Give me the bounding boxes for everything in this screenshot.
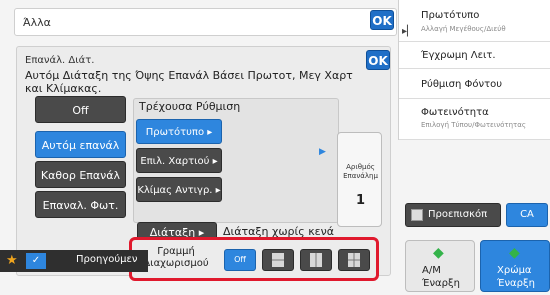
side-item-color-mode-title: Έγχρωμη Λειτ. bbox=[421, 50, 496, 61]
preview-icon bbox=[411, 209, 423, 221]
separation-line-option-1[interactable] bbox=[262, 249, 294, 271]
line-style-1-icon bbox=[272, 253, 284, 267]
clear-all-button[interactable]: CA bbox=[506, 203, 548, 227]
line-style-2-icon bbox=[310, 253, 322, 267]
dialog-ok-button[interactable]: OK bbox=[366, 50, 390, 70]
side-item-original-subtitle: Αλλαγή Μεγέθους/Διεύθ bbox=[421, 25, 506, 33]
preview-button[interactable]: Προεπισκόπ bbox=[405, 203, 501, 227]
start-color-button[interactable]: ◆ Χρώμα Έναρξη bbox=[480, 240, 550, 292]
set-repeat-button[interactable]: Καθορ Επανάλ bbox=[35, 161, 126, 188]
star-icon[interactable]: ★ bbox=[6, 253, 18, 268]
side-item-exposure-subtitle: Επιλογή Τύπου/Φωτεινότητας bbox=[421, 121, 526, 129]
start-bw-button[interactable]: ◆ Α/Μ Έναρξη bbox=[405, 240, 475, 292]
start-color-line1: Χρώμα bbox=[497, 265, 532, 276]
repeat-count-label: Αριθμός Επανάλημ bbox=[343, 163, 378, 180]
chevron-right-icon: ▸ bbox=[209, 156, 218, 167]
line-style-3-icon bbox=[348, 253, 360, 267]
dialog-description: Αυτόμ Διάταξη της Όψης Επανάλ Βάσει Πρωτ… bbox=[25, 69, 353, 95]
copy-ratio-button[interactable]: Κλίμας Αντιγρ. ▸ bbox=[136, 177, 222, 202]
auto-repeat-button[interactable]: Αυτόμ επανάλ bbox=[35, 131, 126, 158]
separation-line-option-3[interactable] bbox=[338, 249, 370, 271]
diamond-start-icon: ◆ bbox=[433, 245, 444, 261]
side-item-exposure-title: Φωτεινότητα bbox=[421, 107, 489, 118]
side-item-original-title: Πρωτότυπο bbox=[421, 10, 480, 21]
chevron-right-icon: ▸ bbox=[212, 185, 221, 196]
top-ok-button[interactable]: OK bbox=[370, 10, 394, 30]
previous-button[interactable]: Προηγούμεν bbox=[70, 250, 148, 272]
copy-ratio-label: Κλίμας Αντιγρ. bbox=[137, 185, 213, 196]
original-button-label: Πρωτότυπο bbox=[145, 127, 205, 138]
top-bar: Άλλα bbox=[14, 8, 397, 36]
side-item-exposure[interactable]: Φωτεινότητα Επιλογή Τύπου/Φωτεινότητας bbox=[399, 99, 550, 140]
chevron-right-icon: ▸ bbox=[204, 127, 213, 138]
separation-line-label: Γραμμή Διαχωρισμού bbox=[143, 246, 209, 269]
dialog-title: Επανάλ. Διάτ. bbox=[25, 55, 95, 66]
side-item-original[interactable]: Πρωτότυπο Αλλαγή Μεγέθους/Διεύθ bbox=[399, 0, 550, 42]
photo-repeat-button[interactable]: Επαναλ. Φωτ. bbox=[35, 191, 126, 218]
side-item-color-mode[interactable]: Έγχρωμη Λειτ. bbox=[399, 42, 550, 69]
top-bar-title: Άλλα bbox=[23, 16, 51, 29]
paper-select-label: Επιλ. Χαρτιού bbox=[140, 156, 210, 167]
repeat-layout-dialog: Επανάλ. Διάτ. Αυτόμ Διάταξη της Όψης Επα… bbox=[16, 46, 391, 281]
start-color-line2: Έναρξη bbox=[497, 278, 535, 289]
preview-label: Προεπισκόπ bbox=[428, 209, 488, 220]
start-bw-line2: Έναρξη bbox=[422, 278, 460, 289]
repeat-count-box[interactable]: Αριθμός Επανάλημ 1 bbox=[337, 132, 382, 227]
start-bw-line1: Α/Μ bbox=[422, 265, 441, 276]
side-item-background-title: Ρύθμιση Φόντου bbox=[421, 79, 503, 90]
original-button[interactable]: Πρωτότυπο ▸ bbox=[136, 119, 222, 144]
separation-line-option-2[interactable] bbox=[300, 249, 332, 271]
separation-off-option[interactable]: Off bbox=[224, 249, 256, 271]
side-item-background[interactable]: Ρύθμιση Φόντου bbox=[399, 69, 550, 99]
diamond-start-icon: ◆ bbox=[509, 245, 520, 261]
copier-screen: Άλλα OK Επανάλ. Διάτ. Αυτόμ Διάταξη της … bbox=[0, 0, 550, 295]
arrow-right-icon: ▶ bbox=[319, 147, 326, 157]
current-setting-label: Τρέχουσα Ρύθμιση bbox=[139, 100, 241, 113]
repeat-count-value: 1 bbox=[355, 193, 366, 208]
separation-line-group: Γραμμή Διαχωρισμού Off bbox=[129, 237, 379, 281]
check-icon[interactable]: ✓ bbox=[26, 253, 46, 269]
right-panel: ▸▏ Πρωτότυπο Αλλαγή Μεγέθους/Διεύθ Έγχρω… bbox=[398, 0, 550, 140]
paper-select-button[interactable]: Επιλ. Χαρτιού ▸ bbox=[136, 148, 222, 173]
repeat-off-button[interactable]: Off bbox=[35, 96, 126, 123]
